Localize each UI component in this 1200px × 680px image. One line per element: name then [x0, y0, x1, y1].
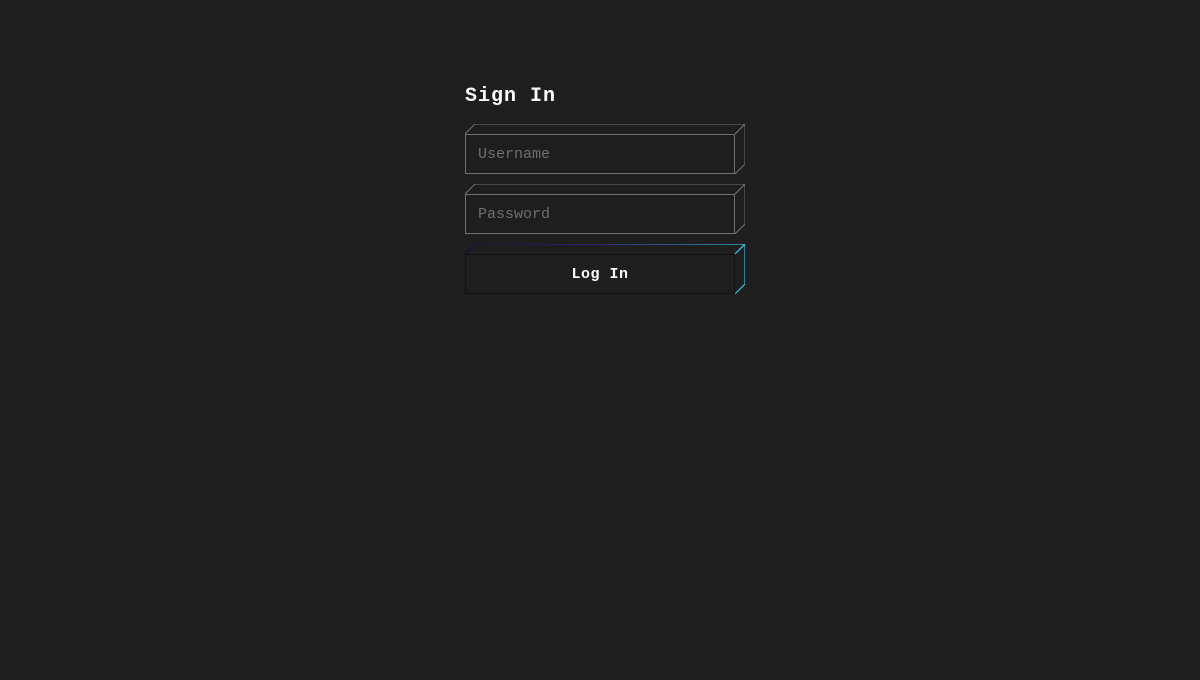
username-face: [465, 134, 735, 174]
login-button[interactable]: Log In: [465, 254, 735, 294]
username-input[interactable]: [478, 146, 722, 163]
page-title: Sign In: [465, 85, 556, 108]
password-input[interactable]: [478, 206, 722, 223]
password-face: [465, 194, 735, 234]
username-field-wrapper: [465, 134, 735, 174]
password-field-wrapper: [465, 194, 735, 234]
submit-wrapper: Log In: [465, 254, 735, 294]
sign-in-form: Sign In: [465, 85, 735, 294]
